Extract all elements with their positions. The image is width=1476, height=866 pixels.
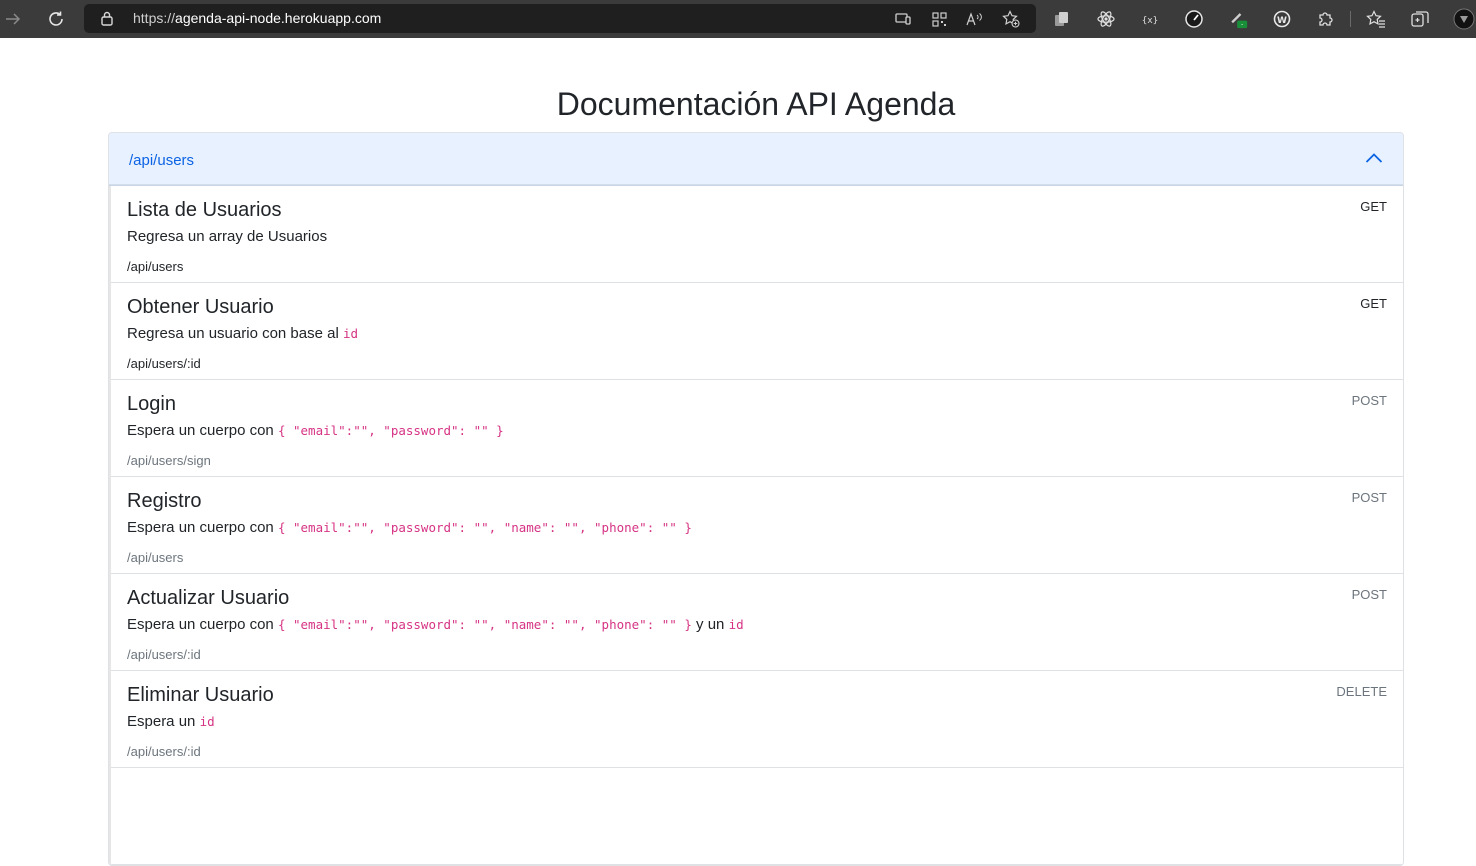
- qr-code-icon[interactable]: [930, 10, 948, 28]
- react-ext-icon[interactable]: [1096, 9, 1116, 29]
- collections-icon[interactable]: [1410, 9, 1430, 29]
- puzzle-extensions-icon[interactable]: [1316, 9, 1336, 29]
- endpoint-description-text: Espera un: [127, 713, 196, 730]
- arrow-right-icon: [4, 10, 22, 28]
- endpoint-item[interactable]: Actualizar Usuario Espera un cuerpo con …: [111, 574, 1403, 671]
- endpoint-item[interactable]: [111, 768, 1403, 865]
- endpoint-item[interactable]: Login Espera un cuerpo con { "email":"",…: [111, 380, 1403, 477]
- favorite-add-icon[interactable]: [1002, 10, 1020, 28]
- devices-icon[interactable]: [894, 10, 912, 28]
- lock-icon: [100, 10, 114, 31]
- accordion-header[interactable]: /api/users: [109, 133, 1403, 186]
- endpoint-method: POST: [1351, 587, 1387, 602]
- endpoint-path: /api/users/sign: [127, 453, 211, 468]
- svg-text:W: W: [1277, 16, 1287, 26]
- svg-text:{x}: {x}: [1142, 16, 1158, 26]
- accordion-title: /api/users: [129, 152, 195, 169]
- endpoint-description: Espera un cuerpo con { "email":"", "pass…: [127, 422, 504, 439]
- endpoints-accordion: /api/users Lista de Usuarios Regresa un …: [108, 132, 1404, 866]
- endpoint-description-suffix: y un: [696, 616, 725, 633]
- endpoint-item[interactable]: Registro Espera un cuerpo con { "email":…: [111, 477, 1403, 574]
- refresh-button[interactable]: [44, 0, 68, 38]
- read-aloud-icon[interactable]: [966, 10, 984, 28]
- endpoint-list: Lista de Usuarios Regresa un array de Us…: [109, 186, 1403, 865]
- collections-ext-icon[interactable]: [1052, 9, 1072, 29]
- browser-toolbar: https://agenda-api-node.herokuapp.com {x…: [0, 0, 1476, 38]
- endpoint-method: POST: [1351, 490, 1387, 505]
- endpoint-code: { "email":"", "password": "" }: [277, 423, 504, 438]
- speedometer-ext-icon[interactable]: [1184, 9, 1204, 29]
- endpoint-path: /api/users/:id: [127, 647, 201, 662]
- svg-text:-: -: [1241, 23, 1243, 29]
- endpoint-code: { "email":"", "password": "", "name": ""…: [277, 617, 692, 632]
- endpoint-path: /api/users: [127, 550, 184, 565]
- forward-button[interactable]: [2, 0, 24, 38]
- endpoint-description: Espera un cuerpo con { "email":"", "pass…: [127, 519, 692, 536]
- wappalyzer-ext-icon[interactable]: W: [1272, 9, 1292, 29]
- endpoint-code: { "email":"", "password": "", "name": ""…: [277, 520, 692, 535]
- json-ext-icon[interactable]: {x}: [1140, 9, 1160, 29]
- endpoint-code: id: [199, 714, 215, 729]
- address-bar[interactable]: https://agenda-api-node.herokuapp.com: [84, 4, 1036, 33]
- url-host: agenda-api-node.herokuapp.com: [175, 10, 382, 26]
- endpoint-description-text: Espera un cuerpo con: [127, 422, 274, 439]
- endpoint-path: /api/users/:id: [127, 356, 201, 371]
- profile-icon[interactable]: [1452, 8, 1476, 30]
- endpoint-item[interactable]: Lista de Usuarios Regresa un array de Us…: [111, 186, 1403, 283]
- endpoint-name: Actualizar Usuario: [127, 587, 290, 609]
- endpoint-description-text: Regresa un usuario con base al: [127, 325, 339, 342]
- endpoint-method: POST: [1351, 393, 1387, 408]
- address-url[interactable]: https://agenda-api-node.herokuapp.com: [133, 10, 381, 26]
- endpoint-description: Espera un cuerpo con { "email":"", "pass…: [127, 616, 744, 633]
- page-title: Documentación API Agenda: [556, 86, 956, 122]
- endpoint-description: Espera un id: [127, 713, 215, 730]
- endpoint-name: Login: [127, 393, 176, 415]
- endpoint-name: Eliminar Usuario: [127, 684, 274, 706]
- endpoint-name: Obtener Usuario: [127, 296, 274, 318]
- endpoint-method: DELETE: [1336, 684, 1387, 699]
- endpoint-description-text: Espera un cuerpo con: [127, 616, 274, 633]
- endpoint-item[interactable]: Eliminar Usuario Espera un id /api/users…: [111, 671, 1403, 768]
- endpoint-path: /api/users/:id: [127, 744, 201, 759]
- endpoint-item[interactable]: Obtener Usuario Regresa un usuario con b…: [111, 283, 1403, 380]
- toolbar-divider: [1350, 11, 1351, 27]
- favorites-icon[interactable]: [1366, 9, 1386, 29]
- endpoint-path: /api/users: [127, 259, 184, 274]
- endpoint-description-text: Espera un cuerpo con: [127, 519, 274, 536]
- endpoint-name: Lista de Usuarios: [127, 199, 282, 221]
- endpoint-description-text: Regresa un array de Usuarios: [127, 228, 328, 245]
- chevron-up-icon: [1365, 151, 1383, 169]
- refresh-icon: [47, 10, 65, 28]
- endpoint-name: Registro: [127, 490, 202, 512]
- endpoint-method: GET: [1360, 199, 1387, 214]
- endpoint-code-id: id: [728, 617, 744, 632]
- endpoint-description: Regresa un array de Usuarios: [127, 228, 327, 245]
- endpoint-code: id: [342, 326, 359, 341]
- pen-ext-icon[interactable]: -: [1228, 9, 1248, 29]
- endpoint-method: GET: [1360, 296, 1387, 311]
- endpoint-description: Regresa un usuario con base al id: [127, 325, 358, 342]
- url-scheme: https://: [133, 10, 176, 26]
